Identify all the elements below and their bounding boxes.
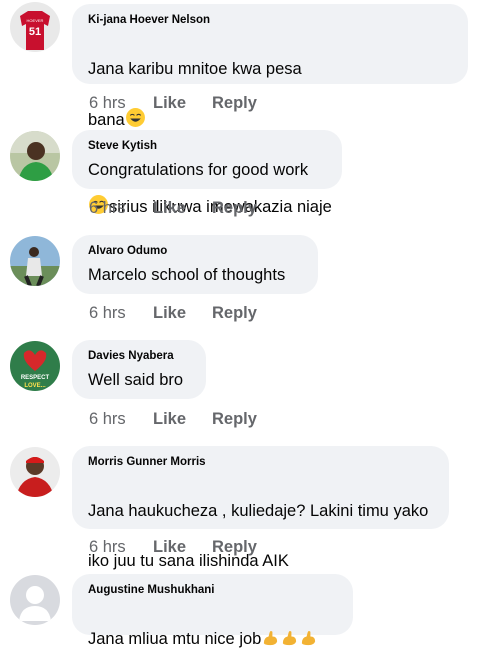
avatar[interactable] [10, 575, 60, 625]
avatar[interactable] [10, 236, 60, 286]
comment-text: Jana karibu mnitoe kwa pesa bana sirius … [88, 32, 452, 223]
reply-button[interactable]: Reply [212, 199, 257, 218]
comment-bubble: Davies Nyabera Well said bro [72, 340, 206, 399]
like-button[interactable]: Like [153, 304, 212, 323]
comment-actions: 6 hrs Like Reply [89, 410, 257, 429]
comment-text: Congratulations for good work [88, 161, 309, 179]
avatar[interactable] [10, 447, 60, 497]
avatar[interactable] [10, 131, 60, 181]
comment-author[interactable]: Morris Gunner Morris [88, 455, 433, 469]
flexed-biceps-icon [261, 628, 280, 655]
comment-actions: 6 hrs Like Reply [89, 304, 257, 323]
avatar[interactable]: HOEVER 51 [10, 2, 60, 52]
like-button[interactable]: Like [153, 410, 212, 429]
comment-text: Marcelo school of thoughts [88, 266, 286, 284]
comment-timestamp[interactable]: 6 hrs [89, 94, 153, 113]
comment-bubble: Morris Gunner Morris Jana haukucheza , k… [72, 446, 449, 593]
avatar[interactable]: RESPECT LOVE... [10, 341, 60, 391]
comment-timestamp[interactable]: 6 hrs [89, 304, 153, 323]
like-button[interactable]: Like [153, 538, 212, 557]
comment-author[interactable]: Augustine Mushukhani [88, 583, 337, 597]
comment-timestamp[interactable]: 6 hrs [89, 410, 153, 429]
jersey-number: 51 [29, 26, 41, 38]
jersey-label: HOEVER [27, 18, 44, 23]
comment-timestamp[interactable]: 6 hrs [89, 538, 153, 557]
reply-button[interactable]: Reply [212, 94, 257, 113]
reply-button[interactable]: Reply [212, 304, 257, 323]
comment-author[interactable]: Ki-jana Hoever Nelson [88, 13, 452, 27]
comment-text: Well said bro [88, 371, 184, 389]
comment-author[interactable]: Steve Kytish [88, 139, 326, 153]
respect-text: RESPECT [21, 375, 50, 381]
like-button[interactable]: Like [153, 94, 212, 113]
reply-button[interactable]: Reply [212, 410, 257, 429]
comment-bubble: Ki-jana Hoever Nelson Jana karibu mnitoe… [72, 4, 468, 216]
love-text: LOVE... [24, 383, 46, 389]
comment-actions: 6 hrs Like Reply [89, 538, 257, 557]
comment-text: Jana mliua mtu nice job [88, 602, 337, 655]
like-button[interactable]: Like [153, 199, 212, 218]
comment-actions: 6 hrs Like Reply [89, 94, 257, 113]
reply-button[interactable]: Reply [212, 538, 257, 557]
comment-bubble: Augustine Mushukhani Jana mliua mtu nice… [72, 574, 353, 648]
comment-bubble: Steve Kytish Congratulations for good wo… [72, 130, 342, 189]
comment-actions: 6 hrs Like Reply [89, 199, 257, 218]
comment-author[interactable]: Davies Nyabera [88, 349, 190, 363]
flexed-biceps-icon [299, 628, 318, 655]
comment-bubble: Alvaro Odumo Marcelo school of thoughts [72, 235, 318, 294]
comment-timestamp[interactable]: 6 hrs [89, 199, 153, 218]
flexed-biceps-icon [280, 628, 299, 655]
comment-author[interactable]: Alvaro Odumo [88, 244, 302, 258]
